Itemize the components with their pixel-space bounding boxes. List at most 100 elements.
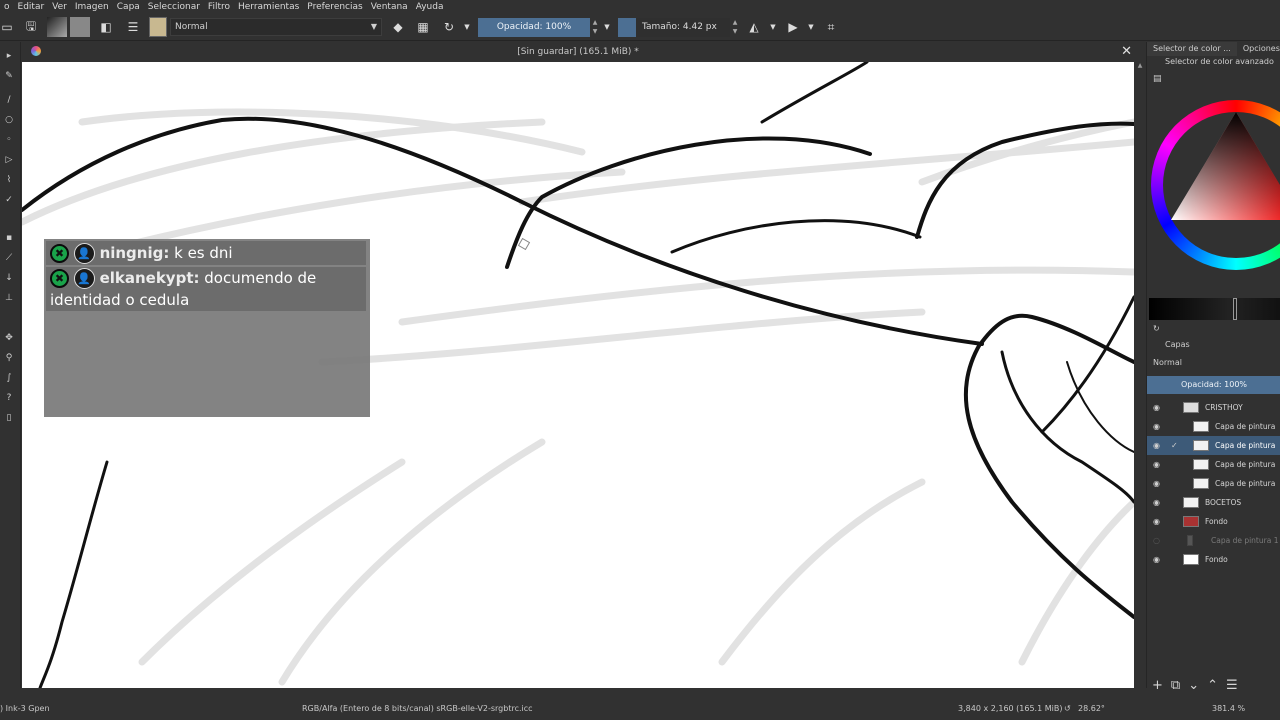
gradient-tool-icon[interactable]: ⟋ bbox=[3, 252, 15, 264]
document-tab[interactable]: [Sin guardar] (165.1 MiB) * ✕ bbox=[22, 42, 1134, 62]
layer-row[interactable]: ◉ Capa de pintura bbox=[1147, 474, 1280, 493]
opacity-field[interactable]: Opacidad: 100% bbox=[478, 18, 590, 37]
menu-item-file[interactable]: o bbox=[0, 0, 14, 14]
layer-name: Fondo bbox=[1205, 555, 1228, 564]
crop-icon[interactable]: ⌗ bbox=[822, 17, 840, 37]
layers-blend-value: Normal bbox=[1153, 358, 1182, 367]
mirror-vertical-icon[interactable]: ▶ bbox=[784, 17, 802, 37]
path-tool-icon[interactable]: ▷ bbox=[3, 154, 15, 166]
eye-icon[interactable]: ◉ bbox=[1153, 550, 1163, 569]
ink-stroke bbox=[1040, 295, 1134, 434]
chevron-down-icon[interactable]: ▼ bbox=[462, 17, 472, 37]
check-icon[interactable]: ✓ bbox=[1171, 436, 1181, 455]
select-shape-icon[interactable]: ▸ bbox=[3, 50, 15, 62]
ellipse-tool-icon[interactable]: ◦ bbox=[3, 134, 15, 146]
reload-icon[interactable]: ↻ bbox=[440, 17, 458, 37]
ink-stroke bbox=[670, 219, 922, 254]
ink-stroke bbox=[38, 460, 109, 688]
layer-thumbnail bbox=[1183, 554, 1199, 565]
eye-icon[interactable]: ◉ bbox=[1153, 436, 1163, 455]
layer-row[interactable]: ◉ Fondo bbox=[1147, 512, 1280, 531]
polyline-tool-icon[interactable]: ⌇ bbox=[3, 174, 15, 186]
eraser-icon[interactable]: ◆ bbox=[389, 17, 407, 37]
gradient-icon[interactable] bbox=[47, 17, 67, 37]
save-icon[interactable]: 🖫 bbox=[22, 17, 40, 37]
text-tool-icon[interactable]: ✎ bbox=[3, 70, 15, 82]
eye-icon[interactable]: ◉ bbox=[1153, 455, 1163, 474]
menu-item-tools[interactable]: Herramientas bbox=[234, 0, 303, 14]
layer-row[interactable]: ◉ BOCETOS bbox=[1147, 493, 1280, 512]
menu-item-select[interactable]: Seleccionar bbox=[144, 0, 204, 14]
avatar: 👤 bbox=[73, 268, 95, 289]
eye-icon[interactable]: ◉ bbox=[1153, 493, 1163, 512]
line-tool-icon[interactable]: ○ bbox=[3, 114, 15, 126]
opacity-stepper[interactable]: ▲ ▼ bbox=[591, 18, 599, 37]
menu-item-filter[interactable]: Filtro bbox=[204, 0, 234, 14]
color-swap-icon[interactable]: ◧ bbox=[96, 17, 116, 37]
layer-row[interactable]: ◉ ✓ Capa de pintura bbox=[1147, 436, 1280, 455]
layer-row[interactable]: ◉ CRISTHOY bbox=[1147, 398, 1280, 417]
move-up-icon[interactable]: ⌃ bbox=[1207, 678, 1218, 698]
menu-item-image[interactable]: Imagen bbox=[71, 0, 113, 14]
brush-preset-thumbnail[interactable] bbox=[149, 17, 167, 37]
layer-row[interactable]: ◉ Fondo bbox=[1147, 550, 1280, 569]
menu-item-settings[interactable]: Preferencias bbox=[303, 0, 366, 14]
dynamic-brush-icon[interactable]: ✓ bbox=[3, 194, 15, 206]
layer-row[interactable]: ◉ Capa de pintura bbox=[1147, 455, 1280, 474]
chat-overlay: ✖ 👤 ningnig: k es dni ✖ 👤 elkanekypt: do… bbox=[44, 239, 370, 417]
layer-row[interactable]: ◉ Capa de pintura bbox=[1147, 417, 1280, 436]
eye-icon[interactable]: ◉ bbox=[1153, 512, 1163, 531]
canvas-vertical-scrollbar[interactable]: ▲ bbox=[1134, 62, 1146, 688]
menu-item-view[interactable]: Ver bbox=[48, 0, 71, 14]
color-settings-icon[interactable]: ▤ bbox=[1153, 74, 1165, 86]
menu-item-layer[interactable]: Capa bbox=[113, 0, 144, 14]
layers-blend-select[interactable]: Normal bbox=[1147, 356, 1280, 370]
measure-tool-icon[interactable]: ∫ bbox=[3, 372, 15, 384]
saturation-triangle[interactable] bbox=[1151, 100, 1280, 270]
crop-tool-icon[interactable]: ✥ bbox=[3, 332, 15, 344]
chevron-down-icon[interactable]: ▼ bbox=[768, 17, 778, 37]
tab-options[interactable]: Opciones bbox=[1237, 42, 1280, 56]
open-icon[interactable]: ▭ bbox=[0, 17, 14, 37]
krita-window: o Editar Ver Imagen Capa Seleccionar Fil… bbox=[0, 0, 1280, 720]
layer-thumbnail bbox=[1193, 440, 1209, 451]
zoom-tool-icon[interactable]: ? bbox=[3, 392, 15, 404]
layer-row[interactable]: ○ Capa de pintura 1 bbox=[1147, 531, 1280, 550]
layer-menu-icon[interactable]: ☰ bbox=[1226, 678, 1238, 698]
close-icon[interactable]: ✕ bbox=[1121, 42, 1132, 62]
pattern-icon[interactable] bbox=[70, 17, 90, 37]
layers-opacity-field[interactable]: Opacidad: 100% bbox=[1147, 376, 1280, 394]
chevron-down-icon[interactable]: ▼ bbox=[602, 17, 612, 37]
size-field[interactable]: Tamaño: 4.42 px bbox=[618, 18, 730, 37]
color-wheel[interactable] bbox=[1151, 100, 1280, 270]
menu-item-window[interactable]: Ventana bbox=[367, 0, 412, 14]
eye-icon[interactable]: ◉ bbox=[1153, 417, 1163, 436]
assistant-tool-icon[interactable]: ⊥ bbox=[3, 292, 15, 304]
color-history-strip[interactable] bbox=[1149, 298, 1280, 320]
blend-mode-select[interactable]: Normal ▼ bbox=[170, 18, 382, 36]
eye-icon[interactable]: ◉ bbox=[1153, 474, 1163, 493]
top-toolbar: ▭ 🖫 ◧ ☰ Normal ▼ ◆ ▦ ↻ ▼ Opacidad: 100% … bbox=[0, 14, 1280, 41]
transform-tool-icon[interactable]: ⚲ bbox=[3, 352, 15, 364]
refresh-icon[interactable]: ↻ bbox=[1153, 324, 1163, 334]
size-stepper[interactable]: ▲ ▼ bbox=[731, 18, 739, 37]
brush-presets-icon[interactable]: ☰ bbox=[124, 17, 142, 37]
menu-item-edit[interactable]: Editar bbox=[14, 0, 49, 14]
fill-tool-icon[interactable]: ▪ bbox=[3, 232, 15, 244]
freehand-brush-icon[interactable]: / bbox=[3, 94, 15, 106]
pan-tool-icon[interactable]: ▯ bbox=[3, 412, 15, 424]
layer-name: CRISTHOY bbox=[1205, 403, 1243, 412]
eye-closed-icon[interactable]: ○ bbox=[1153, 531, 1163, 550]
layer-thumbnail bbox=[1193, 421, 1209, 432]
add-layer-icon[interactable]: + bbox=[1152, 678, 1163, 698]
eye-icon[interactable]: ◉ bbox=[1153, 398, 1163, 417]
alpha-lock-icon[interactable]: ▦ bbox=[414, 17, 432, 37]
move-down-icon[interactable]: ⌄ bbox=[1188, 678, 1199, 698]
menu-item-help[interactable]: Ayuda bbox=[412, 0, 448, 14]
mirror-horizontal-icon[interactable]: ◭ bbox=[745, 17, 763, 37]
layers-panel-header: Capas bbox=[1147, 338, 1280, 352]
chevron-down-icon[interactable]: ▼ bbox=[806, 17, 816, 37]
tab-color-selector[interactable]: Selector de color ... bbox=[1147, 42, 1237, 56]
colorpicker-icon[interactable]: ↓ bbox=[3, 272, 15, 284]
duplicate-layer-icon[interactable]: ⧉ bbox=[1171, 678, 1180, 698]
